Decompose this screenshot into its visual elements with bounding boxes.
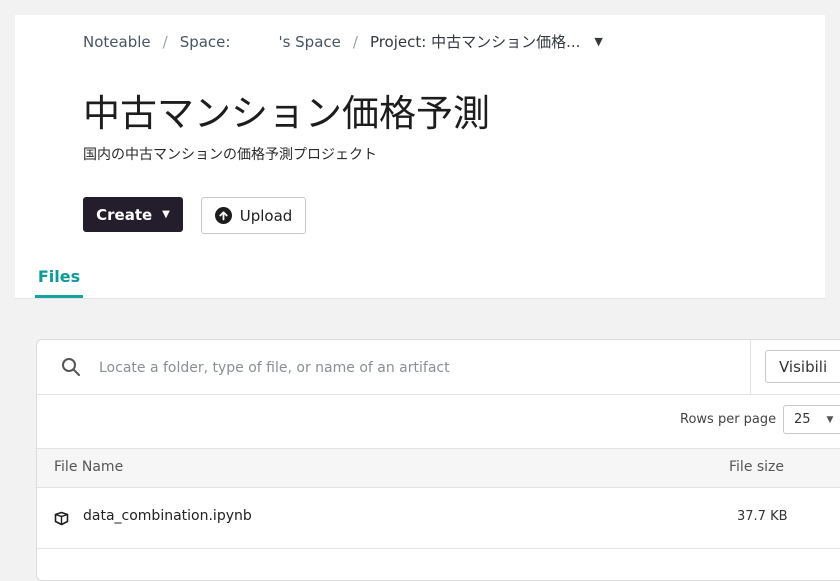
file-size: 37.7 KB <box>737 509 788 524</box>
search-bar: Visibili <box>37 340 840 395</box>
tab-files[interactable]: Files <box>35 267 83 298</box>
create-button-label: Create <box>96 205 153 224</box>
breadcrumb-separator: / <box>352 32 358 51</box>
file-name[interactable]: data_combination.ipynb <box>83 508 252 524</box>
search-icon <box>61 357 81 381</box>
rows-per-page-label: Rows per page <box>680 412 777 427</box>
chevron-down-icon: ▼ <box>826 414 834 425</box>
breadcrumb-space-suffix: 's Space <box>278 32 341 51</box>
project-header: Noteable / Space: 's Space / Project: 中古マ… <box>15 15 825 299</box>
upload-button-label: Upload <box>239 206 293 225</box>
upload-button[interactable]: Upload <box>201 197 306 234</box>
column-header-file-size[interactable]: File size <box>729 459 784 475</box>
files-panel: Visibili Rows per page 25 ▼ File Name Fi… <box>36 339 840 581</box>
breadcrumb-noteable-link[interactable]: Noteable <box>83 33 151 51</box>
caret-down-icon: ▼ <box>162 209 170 220</box>
pagination-bar: Rows per page 25 ▼ <box>37 395 840 448</box>
breadcrumb-space-link[interactable]: Space: 's Space <box>180 33 341 51</box>
column-header-file-name[interactable]: File Name <box>54 459 123 475</box>
create-button[interactable]: Create ▼ <box>83 197 183 232</box>
breadcrumb: Noteable / Space: 's Space / Project: 中古マ… <box>83 31 603 52</box>
rows-per-page-select[interactable]: 25 ▼ <box>783 405 840 434</box>
breadcrumb-project: Project: 中古マンション価格... <box>369 33 581 51</box>
search-divider <box>750 340 751 394</box>
page-title: 中古マンション価格予測 <box>83 92 490 135</box>
visibility-button[interactable]: Visibili <box>765 350 840 383</box>
breadcrumb-space-prefix: Space: <box>179 32 231 51</box>
rows-per-page-value: 25 <box>794 412 811 427</box>
arrow-up-circle-icon <box>214 207 232 224</box>
breadcrumb-separator: / <box>162 32 168 51</box>
search-input[interactable] <box>97 354 741 382</box>
notebook-icon <box>54 511 69 530</box>
table-row[interactable]: data_combination.ipynb 37.7 KB <box>37 488 840 549</box>
table-header: File Name File size <box>37 448 840 488</box>
project-menu-caret-icon[interactable]: ▼ <box>594 35 602 48</box>
project-description: 国内の中古マンションの価格予測プロジェクト <box>83 147 377 163</box>
